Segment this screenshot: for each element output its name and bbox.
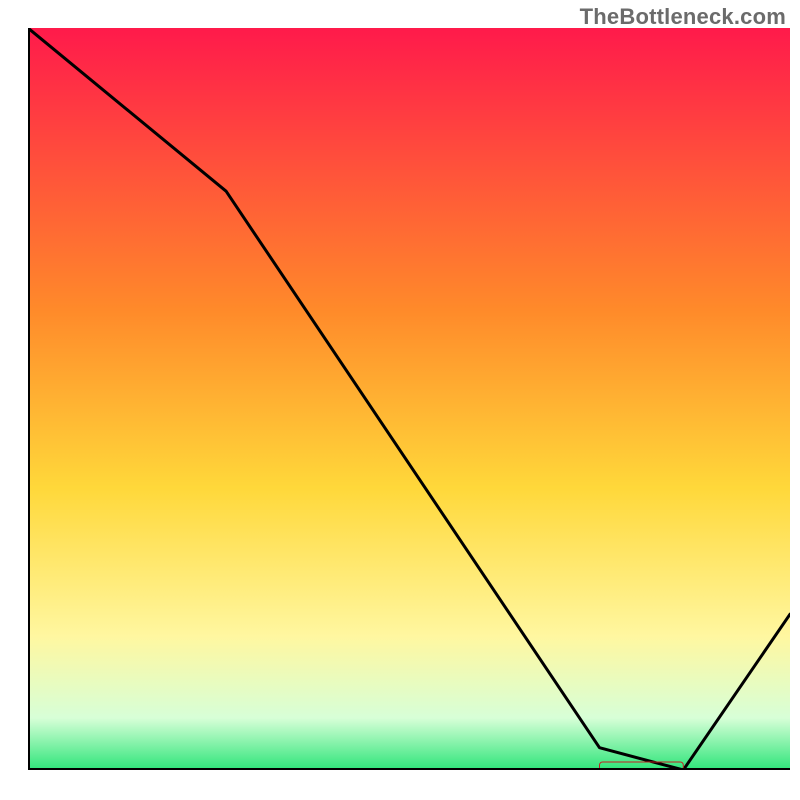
plot-svg <box>28 28 790 770</box>
chart-stage: TheBottleneck.com <box>0 0 800 800</box>
background-gradient <box>28 28 790 770</box>
watermark-text: TheBottleneck.com <box>580 4 786 30</box>
plot-area <box>28 28 790 770</box>
